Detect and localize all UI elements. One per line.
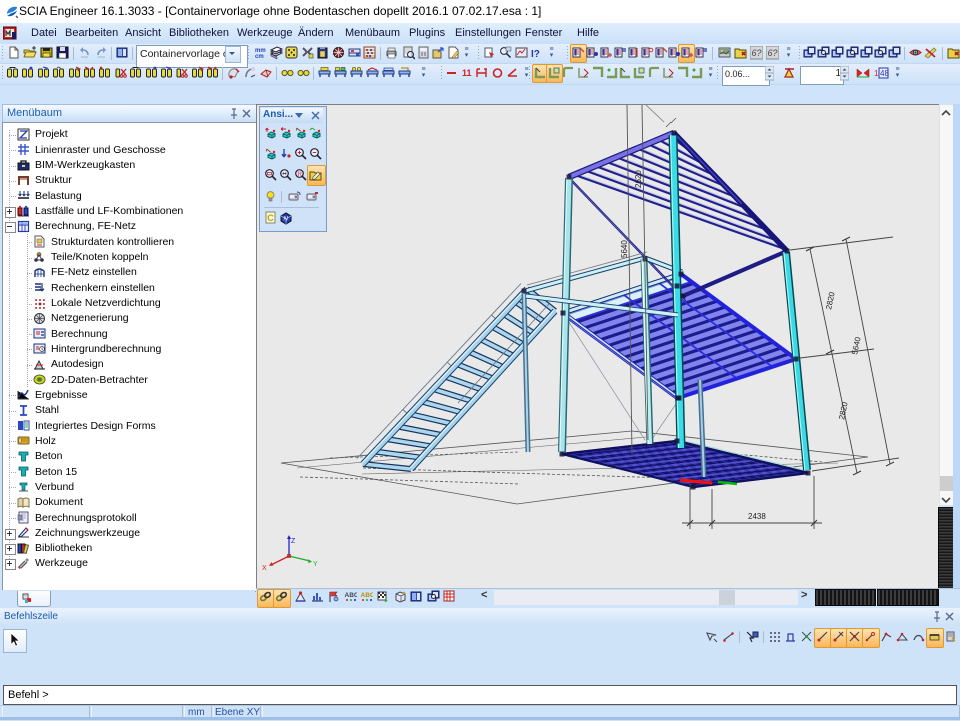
svg-text:6?: 6? (768, 48, 778, 58)
svg-text:Z: Z (291, 538, 296, 545)
svg-text:cm: cm (255, 54, 264, 60)
svg-text:2820: 2820 (837, 401, 850, 421)
svg-text:48: 48 (880, 69, 889, 78)
svg-text:I?: I? (531, 49, 540, 60)
svg-text:ABC: ABC (344, 592, 357, 599)
svg-text:X: X (262, 565, 267, 572)
svg-text:C: C (267, 213, 274, 223)
svg-text:1: 1 (874, 69, 879, 78)
svg-text:2620: 2620 (634, 170, 643, 188)
svg-text:6?: 6? (752, 48, 762, 58)
svg-text:5640: 5640 (620, 240, 629, 258)
svg-text:ABC: ABC (361, 592, 374, 599)
svg-text:R: R (297, 171, 302, 178)
svg-text:Y: Y (313, 561, 318, 568)
svg-text:11: 11 (462, 68, 472, 78)
svg-text:2820: 2820 (824, 291, 837, 311)
svg-text:N: N (284, 217, 289, 223)
svg-text:2438: 2438 (748, 512, 766, 521)
svg-text:5640: 5640 (850, 336, 863, 356)
